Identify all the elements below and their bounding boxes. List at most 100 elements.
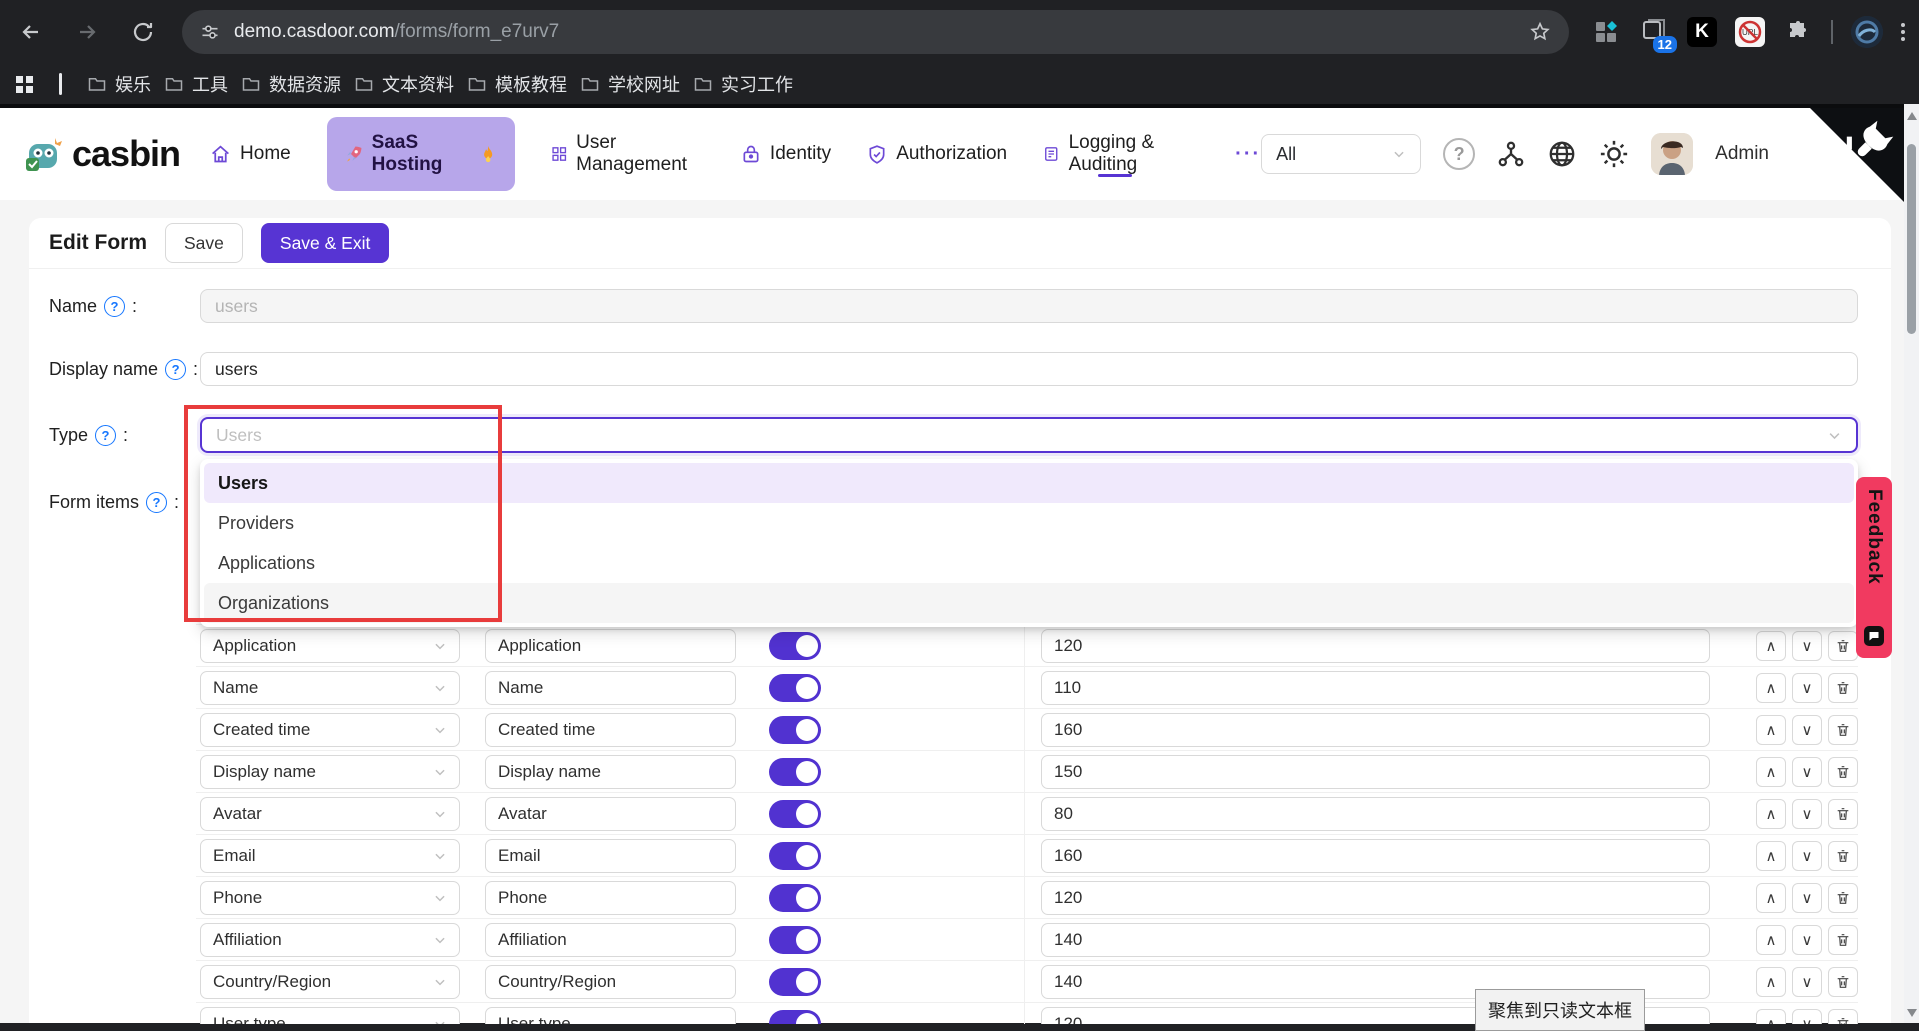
form-item-label-input[interactable]: Name [485, 671, 736, 705]
theme-sun-icon[interactable] [1599, 139, 1629, 169]
apps-grid-icon[interactable] [16, 76, 33, 93]
brand-logo[interactable]: casbin [22, 132, 180, 176]
form-item-name-select[interactable]: Name [200, 671, 460, 705]
github-corner[interactable] [1810, 108, 1904, 202]
extensions-puzzle-icon[interactable] [1783, 17, 1813, 47]
width-input[interactable]: 80 [1041, 797, 1710, 831]
visible-toggle[interactable] [769, 632, 821, 660]
width-input[interactable]: 160 [1041, 839, 1710, 873]
form-item-name-select[interactable]: Created time [200, 713, 460, 747]
form-items-help-icon[interactable]: ? [146, 492, 167, 513]
type-option-providers[interactable]: Providers [204, 503, 1854, 543]
delete-row-button[interactable] [1828, 883, 1858, 913]
form-item-label-input[interactable]: Country/Region [485, 965, 736, 999]
name-help-icon[interactable]: ? [104, 296, 125, 317]
user-avatar[interactable] [1651, 133, 1693, 175]
width-input[interactable]: 120 [1041, 629, 1710, 663]
move-up-button[interactable]: ∧ [1756, 673, 1786, 703]
display-name-help-icon[interactable]: ? [165, 359, 186, 380]
visible-toggle[interactable] [769, 1010, 821, 1024]
form-item-name-select[interactable]: User type [200, 1007, 460, 1024]
scrollbar[interactable] [1904, 104, 1919, 1023]
move-down-button[interactable]: ∨ [1792, 967, 1822, 997]
form-item-label-input[interactable]: Affiliation [485, 923, 736, 957]
type-select[interactable]: Users [200, 417, 1858, 453]
bookmark-folder[interactable]: 实习工作 [694, 71, 793, 97]
delete-row-button[interactable] [1828, 631, 1858, 661]
bookmark-folder[interactable]: 工具 [165, 71, 228, 97]
feedback-ribbon[interactable]: Feedback [1856, 477, 1892, 658]
k-extension-icon[interactable]: K [1687, 17, 1717, 47]
move-down-button[interactable]: ∨ [1792, 631, 1822, 661]
back-icon[interactable] [14, 15, 48, 49]
user-name[interactable]: Admin [1715, 143, 1769, 165]
move-down-button[interactable]: ∨ [1792, 883, 1822, 913]
bookmark-folder[interactable]: 学校网址 [581, 71, 680, 97]
apps-extension-icon[interactable] [1591, 17, 1621, 47]
form-item-label-input[interactable]: Phone [485, 881, 736, 915]
visible-toggle[interactable] [769, 674, 821, 702]
display-name-input[interactable]: users [200, 352, 1858, 386]
type-option-organizations[interactable]: Organizations [204, 583, 1854, 623]
move-up-button[interactable]: ∧ [1756, 883, 1786, 913]
visible-toggle[interactable] [769, 926, 821, 954]
form-item-label-input[interactable]: Display name [485, 755, 736, 789]
form-item-label-input[interactable]: Avatar [485, 797, 736, 831]
save-exit-button[interactable]: Save & Exit [261, 223, 389, 263]
delete-row-button[interactable] [1828, 925, 1858, 955]
type-help-icon[interactable]: ? [95, 425, 116, 446]
visible-toggle[interactable] [769, 842, 821, 870]
move-down-button[interactable]: ∨ [1792, 673, 1822, 703]
width-input[interactable]: 120 [1041, 881, 1710, 915]
width-input[interactable]: 140 [1041, 923, 1710, 957]
type-option-users[interactable]: Users [204, 463, 1854, 503]
move-down-button[interactable]: ∨ [1792, 925, 1822, 955]
nav-item-logging-auditing[interactable]: Logging & Auditing [1043, 132, 1199, 176]
delete-row-button[interactable] [1828, 673, 1858, 703]
move-up-button[interactable]: ∧ [1756, 1009, 1786, 1024]
forward-icon[interactable] [70, 15, 104, 49]
move-up-button[interactable]: ∧ [1756, 799, 1786, 829]
form-item-name-select[interactable]: Country/Region [200, 965, 460, 999]
form-item-label-input[interactable]: Email [485, 839, 736, 873]
help-icon[interactable]: ? [1443, 138, 1475, 170]
width-input[interactable]: 160 [1041, 713, 1710, 747]
language-globe-icon[interactable] [1547, 139, 1577, 169]
move-up-button[interactable]: ∧ [1756, 631, 1786, 661]
nav-item-authorization[interactable]: Authorization [867, 143, 1007, 165]
move-down-button[interactable]: ∨ [1792, 841, 1822, 871]
bookmark-folder[interactable]: 文本资料 [355, 71, 454, 97]
form-item-label-input[interactable]: Application [485, 629, 736, 663]
bookmark-star-icon[interactable] [1529, 21, 1551, 43]
nav-item-more[interactable]: ··· [1235, 143, 1261, 166]
move-down-button[interactable]: ∨ [1792, 757, 1822, 787]
nav-item-user-management[interactable]: User Management [551, 132, 705, 176]
url-blocker-extension-icon[interactable]: URL [1735, 17, 1765, 47]
browser-menu-icon[interactable] [1901, 23, 1905, 41]
browser-profile-avatar[interactable] [1851, 16, 1883, 48]
scrollbar-thumb[interactable] [1907, 144, 1916, 334]
bookmark-folder[interactable]: 数据资源 [242, 71, 341, 97]
nav-item-identity[interactable]: Identity [741, 143, 831, 165]
form-item-name-select[interactable]: Display name [200, 755, 460, 789]
delete-row-button[interactable] [1828, 1009, 1858, 1024]
move-down-button[interactable]: ∨ [1792, 715, 1822, 745]
form-item-name-select[interactable]: Application [200, 629, 460, 663]
visible-toggle[interactable] [769, 758, 821, 786]
form-item-label-input[interactable]: Created time [485, 713, 736, 747]
scroll-down-arrow-icon[interactable] [1907, 1009, 1917, 1017]
move-down-button[interactable]: ∨ [1792, 799, 1822, 829]
bookmark-folder[interactable]: 娱乐 [88, 71, 151, 97]
move-up-button[interactable]: ∧ [1756, 757, 1786, 787]
move-up-button[interactable]: ∧ [1756, 925, 1786, 955]
move-up-button[interactable]: ∧ [1756, 715, 1786, 745]
delete-row-button[interactable] [1828, 967, 1858, 997]
form-item-name-select[interactable]: Email [200, 839, 460, 873]
site-settings-icon[interactable] [200, 22, 220, 42]
visible-toggle[interactable] [769, 884, 821, 912]
delete-row-button[interactable] [1828, 799, 1858, 829]
scroll-up-arrow-icon[interactable] [1907, 112, 1917, 120]
visible-toggle[interactable] [769, 716, 821, 744]
move-up-button[interactable]: ∧ [1756, 967, 1786, 997]
bookmark-folder[interactable]: 模板教程 [468, 71, 567, 97]
